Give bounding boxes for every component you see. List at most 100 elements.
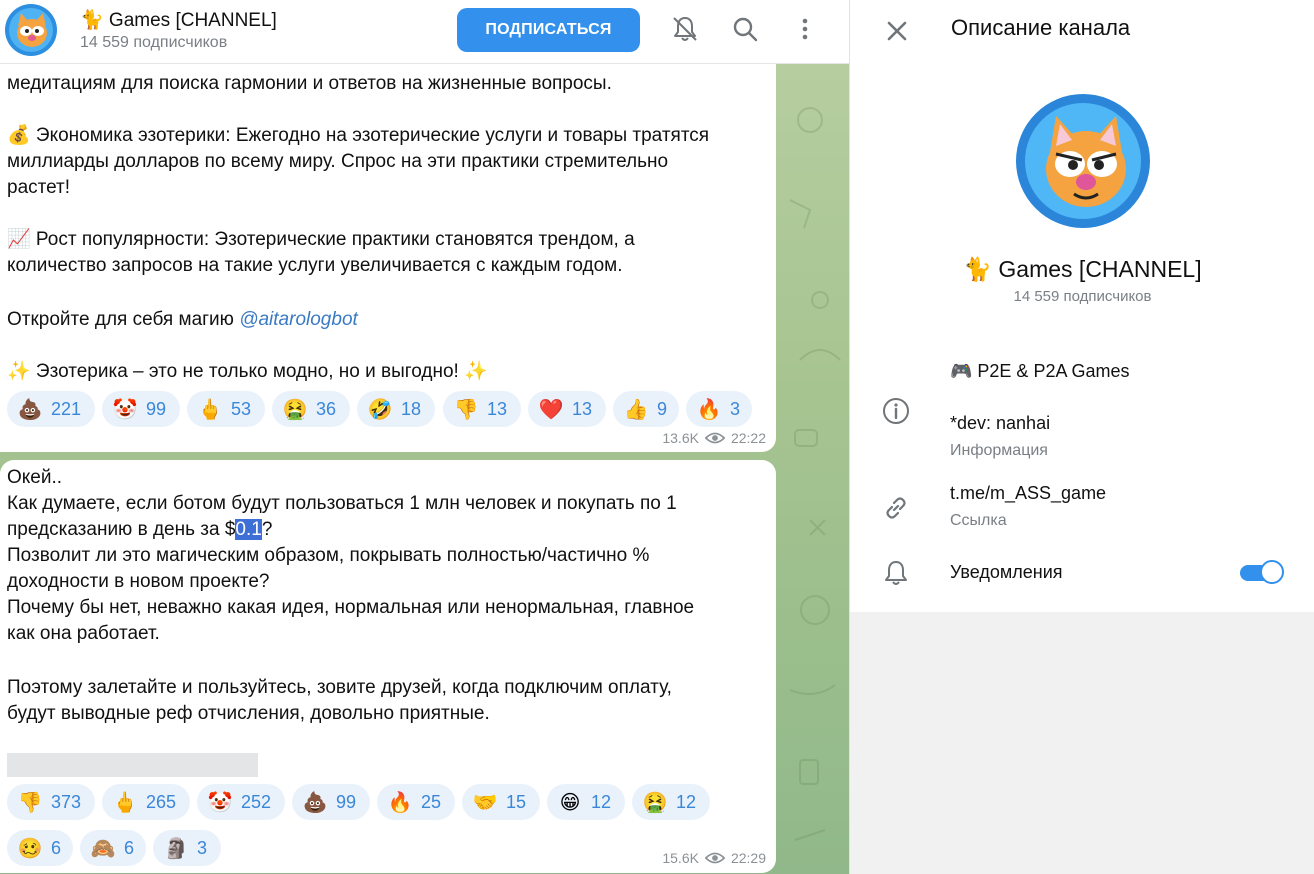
reaction-emoji: ❤️ — [538, 398, 564, 421]
message-time: 22:29 — [730, 850, 766, 866]
more-vertical-icon[interactable] — [790, 14, 820, 44]
channel-avatar-large[interactable] — [1016, 94, 1150, 228]
channel-description: *dev: nanhai — [950, 413, 1051, 433]
reaction-button[interactable]: 🖕 53 — [187, 391, 265, 427]
view-count: 13.6K — [662, 430, 699, 446]
reaction-button[interactable]: 👎 13 — [443, 391, 521, 427]
message-text-line: будут выводные реф отчисления, довольно … — [7, 703, 490, 724]
reaction-button[interactable]: 😁 12 — [547, 784, 625, 820]
view-count: 15.6K — [662, 850, 699, 866]
reaction-emoji: 😁 — [559, 791, 581, 814]
reaction-button[interactable]: 🔥 25 — [377, 784, 455, 820]
reaction-emoji: 💩 — [17, 398, 43, 421]
message-text-line: 📈 Рост популярности: Эзотерические практ… — [7, 229, 635, 250]
reaction-button[interactable]: 👍 9 — [613, 391, 679, 427]
reaction-count: 3 — [197, 837, 208, 858]
reaction-emoji: 🤡 — [207, 791, 233, 814]
reaction-emoji: 👎 — [453, 398, 479, 421]
reaction-emoji: 🤮 — [282, 398, 308, 421]
reaction-count: 373 — [51, 791, 82, 812]
message-text-line: доходности в новом проекте? — [7, 571, 270, 592]
eye-icon — [704, 432, 725, 444]
reaction-count: 6 — [51, 837, 62, 858]
reaction-count: 99 — [336, 791, 357, 812]
message-text-line: медитациям для поиска гармонии и ответов… — [7, 73, 612, 94]
message-text-line: 💰 Экономика эзотерики: Ежегодно на эзоте… — [7, 125, 710, 146]
redacted-placeholder — [7, 753, 258, 777]
message-text-line: миллиарды долларов по всему миру. Спрос … — [7, 151, 669, 172]
reaction-count: 9 — [657, 398, 668, 419]
channel-link[interactable]: t.me/m_ASS_game — [950, 483, 1106, 504]
reaction-button[interactable]: 👎 373 — [7, 784, 95, 820]
eye-icon — [704, 852, 725, 864]
link-icon — [886, 497, 906, 519]
message-text-line: Поэтому залетайте и пользуйтесь, зовите … — [7, 677, 672, 698]
channel-title[interactable]: 🐈 Games [CHANNEL] — [80, 8, 277, 32]
reaction-button[interactable]: 🤮 36 — [272, 391, 350, 427]
panel-title: Описание канала — [951, 15, 1131, 40]
reaction-button[interactable]: 🖕 265 — [102, 784, 190, 820]
reaction-button[interactable]: 🤮 12 — [632, 784, 710, 820]
reaction-count: 221 — [51, 398, 82, 419]
reaction-emoji: 🖕 — [197, 398, 223, 421]
reaction-button[interactable]: 🗿 3 — [153, 830, 221, 866]
reaction-emoji: 🙈 — [90, 837, 116, 860]
chat-area: медитациям для поиска гармонии и ответов… — [0, 0, 849, 874]
selected-text: 0.1 — [235, 519, 262, 540]
subscriber-count: 14 559 подписчиков — [1013, 288, 1152, 305]
subscriber-count: 14 559 подписчиков — [80, 34, 228, 51]
reaction-emoji: 🥴 — [17, 837, 43, 860]
info-icon — [883, 398, 909, 424]
reaction-emoji: 🤣 — [367, 398, 393, 421]
reaction-button[interactable]: 🤝 15 — [462, 784, 540, 820]
bot-mention-link[interactable]: @aitarologbot — [239, 309, 358, 330]
chat-header: 🐈 Games [CHANNEL] 14 559 подписчиков ПОД… — [0, 0, 849, 64]
reaction-button[interactable]: 🤡 252 — [197, 784, 285, 820]
reaction-emoji: 👎 — [17, 791, 43, 814]
reaction-count: 53 — [231, 398, 252, 419]
reaction-button[interactable]: ❤️ 13 — [528, 391, 606, 427]
channel-avatar[interactable] — [5, 4, 57, 56]
channel-info-card: Описание канала 🐈 Games [CHANNEL] 14 559… — [850, 0, 1314, 612]
message-text-line: Окей.. — [7, 467, 63, 488]
message-meta: 15.6K 22:29 — [662, 850, 766, 866]
reaction-button[interactable]: 🤡 99 — [102, 391, 180, 427]
reaction-count: 12 — [676, 791, 697, 812]
message-text-line: Почему бы нет, неважно какая идея, норма… — [7, 597, 695, 618]
notifications-toggle[interactable] — [1240, 560, 1284, 584]
reaction-button[interactable]: 🔥 3 — [686, 391, 752, 427]
reaction-emoji: 🔥 — [387, 791, 413, 814]
message-text: Откройте для себя магию — [7, 309, 240, 330]
reaction-emoji: 🗿 — [163, 837, 189, 860]
message-text-line: растет! — [7, 177, 71, 198]
mute-bell-icon[interactable] — [670, 14, 700, 44]
reaction-count: 13 — [487, 398, 508, 419]
reaction-count: 15 — [506, 791, 527, 812]
message-text-line: количество запросов на такие услуги увел… — [7, 255, 623, 276]
message-time: 22:22 — [730, 430, 766, 446]
message-meta: 13.6K 22:22 — [662, 430, 766, 446]
bell-icon — [885, 561, 907, 585]
subscribe-button[interactable]: ПОДПИСАТЬСЯ — [457, 8, 640, 52]
search-icon[interactable] — [730, 14, 760, 44]
message-text: предсказанию в день за $ — [7, 519, 236, 540]
info-label: Информация — [950, 442, 1048, 459]
reaction-button[interactable]: 💩 99 — [292, 784, 370, 820]
reaction-emoji: 🤝 — [472, 791, 498, 814]
close-icon[interactable] — [884, 18, 910, 44]
reaction-button[interactable]: 🤣 18 — [357, 391, 435, 427]
reaction-emoji: 💩 — [302, 791, 328, 814]
reaction-button[interactable]: 🥴 6 — [7, 830, 73, 866]
message-text-line: как она работает. — [7, 623, 160, 644]
notifications-label: Уведомления — [950, 562, 1063, 582]
reaction-count: 265 — [146, 791, 177, 812]
reaction-button[interactable]: 🙈 6 — [80, 830, 146, 866]
reaction-count: 12 — [591, 791, 612, 812]
message-text-line: Откройте для себя магию @aitarologbot — [7, 307, 358, 333]
channel-info-panel: Описание канала 🐈 Games [CHANNEL] 14 559… — [849, 0, 1314, 874]
message-bubble: медитациям для поиска гармонии и ответов… — [0, 54, 776, 452]
reaction-emoji: 👍 — [623, 398, 649, 421]
reaction-count: 13 — [572, 398, 593, 419]
reaction-button[interactable]: 💩 221 — [7, 391, 95, 427]
reaction-emoji: 🔥 — [696, 398, 722, 421]
